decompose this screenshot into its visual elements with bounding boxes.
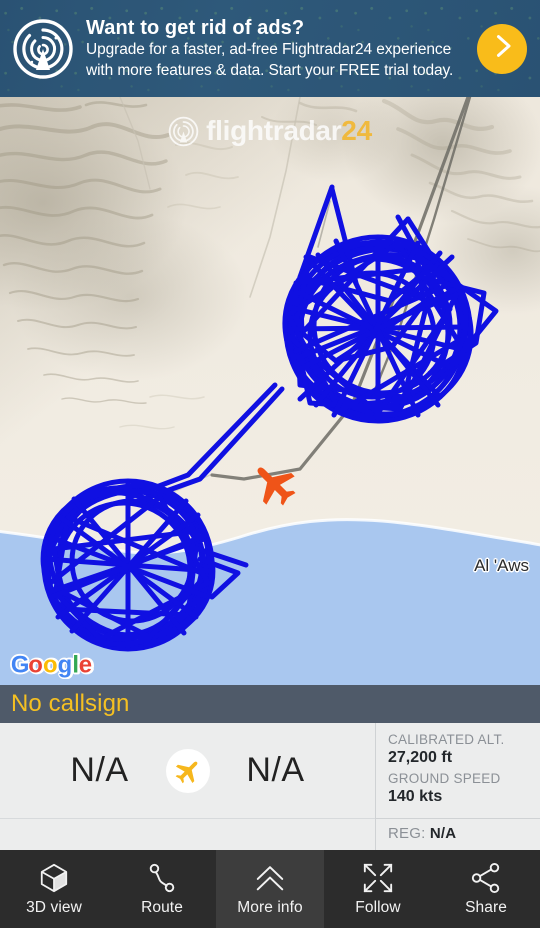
route-divider (0, 818, 375, 819)
route-nodes-icon (146, 862, 178, 894)
calibrated-altitude-label: CALIBRATED ALT. (388, 732, 505, 747)
map-canvas[interactable]: flightradar24 Al 'Aws Google G o o g l e (0, 97, 540, 685)
chevron-right-icon (488, 32, 516, 65)
ad-cta-button[interactable] (477, 23, 527, 74)
toolbar-item-more-info[interactable]: More info (216, 850, 324, 928)
stats-divider (376, 818, 540, 819)
cube-icon (38, 862, 70, 894)
registration-value: N/A (429, 825, 457, 842)
google-attribution-logo: Google G o o g l e (9, 649, 99, 684)
flightradar24-radar-logo-icon (168, 116, 199, 147)
ad-subtitle-line-2: with more features & data. Start your FR… (86, 61, 454, 79)
route-block: N/A N/A (0, 723, 375, 818)
ground-speed-label: GROUND SPEED (388, 771, 501, 786)
aircraft-marker-icon[interactable] (248, 458, 300, 510)
map-place-label: Al 'Aws (474, 556, 529, 575)
svg-text:o: o (28, 651, 43, 678)
ad-subtitle-line-1: Upgrade for a faster, ad-free Flightrada… (86, 40, 452, 58)
flight-trail-layer (40, 184, 499, 652)
toolbar-label-share: Share (465, 898, 507, 916)
flight-stats-block: CALIBRATED ALT. 27,200 ft GROUND SPEED 1… (388, 731, 540, 809)
panel-vertical-divider (375, 723, 376, 850)
flightradar24-map-watermark: flightradar24 (0, 115, 540, 147)
destination-airport-code: N/A (246, 751, 305, 789)
callsign-bar: No callsign (0, 685, 540, 723)
watermark-text-24: 24 (341, 115, 372, 146)
svg-text:e: e (79, 651, 92, 678)
flight-info-panel: N/A N/A CALIBRATED ALT. 27,200 ft GROUND… (0, 723, 540, 850)
toolbar-item-3d-view[interactable]: 3D view (0, 850, 108, 928)
toolbar-item-route[interactable]: Route (108, 850, 216, 928)
callsign-text: No callsign (11, 690, 130, 717)
toolbar-item-follow[interactable]: Follow (324, 850, 432, 928)
ad-text-block: Want to get rid of ads? Upgrade for a fa… (86, 17, 453, 81)
bottom-toolbar: 3D view Route More info Follow Share (0, 850, 540, 928)
origin-airport-code: N/A (70, 751, 129, 789)
double-chevron-up-icon (254, 862, 286, 894)
airplane-icon (165, 748, 210, 793)
toolbar-label-3d-view: 3D view (26, 898, 82, 916)
ground-speed-value: 140 kts (388, 788, 443, 805)
svg-text:g: g (58, 651, 73, 678)
calibrated-altitude-value: 27,200 ft (388, 749, 453, 766)
toolbar-label-follow: Follow (355, 898, 401, 916)
svg-text:G: G (11, 651, 30, 678)
toolbar-label-more-info: More info (237, 898, 303, 916)
flightradar24-app-screen: Want to get rid of ads? Upgrade for a fa… (0, 0, 540, 928)
registration-row: REG: N/A (388, 825, 456, 842)
flightradar24-radar-logo-icon (12, 18, 74, 80)
ad-title: Want to get rid of ads? (86, 16, 305, 39)
converge-arrows-icon (362, 862, 394, 894)
share-nodes-icon (470, 862, 502, 894)
toolbar-label-route: Route (141, 898, 183, 916)
svg-text:o: o (43, 651, 58, 678)
watermark-text-flightradar: flightradar (206, 115, 342, 146)
upgrade-ad-banner[interactable]: Want to get rid of ads? Upgrade for a fa… (0, 0, 540, 97)
registration-label: REG: (388, 825, 426, 842)
toolbar-item-share[interactable]: Share (432, 850, 540, 928)
